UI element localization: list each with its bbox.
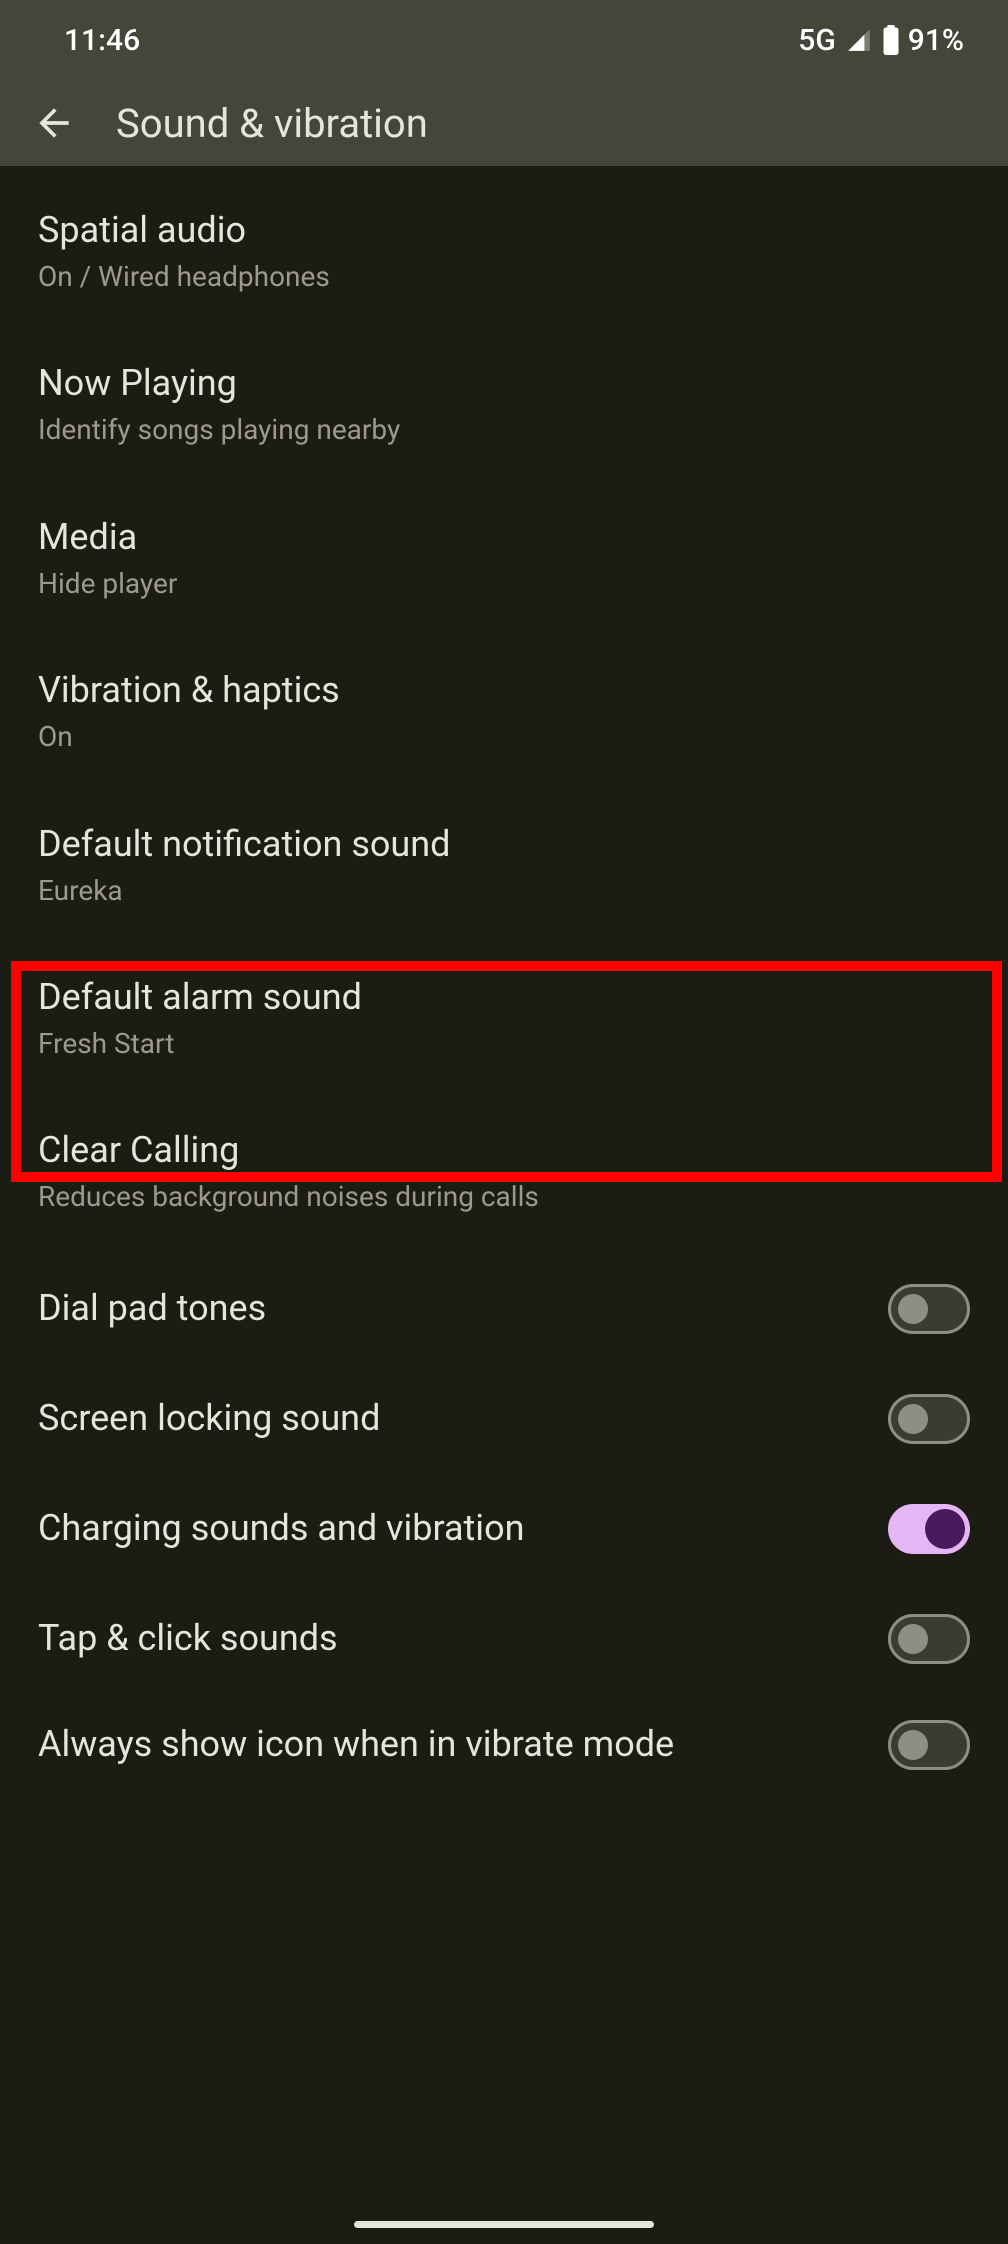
item-media[interactable]: Media Hide player <box>0 487 1008 640</box>
item-title: Spatial audio <box>38 208 970 253</box>
item-now-playing[interactable]: Now Playing Identify songs playing nearb… <box>0 333 1008 486</box>
item-title: Dial pad tones <box>38 1286 864 1331</box>
toggle-charging-sounds[interactable] <box>888 1504 970 1554</box>
item-subtitle: Reduces background noises during calls <box>38 1179 970 1215</box>
toggle-tap-click-sounds[interactable] <box>888 1614 970 1664</box>
item-clear-calling[interactable]: Clear Calling Reduces background noises … <box>0 1100 1008 1253</box>
status-time: 11:46 <box>64 23 140 58</box>
back-button[interactable] <box>28 97 80 149</box>
item-title: Tap & click sounds <box>38 1616 864 1661</box>
status-bar: 11:46 5G 91% <box>0 0 1008 80</box>
item-title: Charging sounds and vibration <box>38 1506 864 1551</box>
settings-list: Spatial audio On / Wired headphones Now … <box>0 166 1008 1800</box>
toggle-screen-locking-sound[interactable] <box>888 1394 970 1444</box>
battery-icon <box>882 25 900 55</box>
item-title: Screen locking sound <box>38 1396 864 1441</box>
item-title: Default notification sound <box>38 822 970 867</box>
app-bar: Sound & vibration <box>0 80 1008 166</box>
item-title: Always show icon when in vibrate mode <box>38 1722 864 1767</box>
item-dial-pad-tones[interactable]: Dial pad tones <box>0 1254 1008 1364</box>
arrow-back-icon <box>32 101 76 145</box>
status-right: 5G 91% <box>798 23 964 58</box>
item-title: Clear Calling <box>38 1128 970 1173</box>
item-default-notification-sound[interactable]: Default notification sound Eureka <box>0 794 1008 947</box>
item-spatial-audio[interactable]: Spatial audio On / Wired headphones <box>0 188 1008 333</box>
item-subtitle: Fresh Start <box>38 1026 970 1062</box>
toggle-show-vibrate-icon[interactable] <box>888 1720 970 1770</box>
item-subtitle: Eureka <box>38 873 970 909</box>
signal-icon <box>844 27 874 53</box>
item-screen-locking-sound[interactable]: Screen locking sound <box>0 1364 1008 1474</box>
item-subtitle: On <box>38 719 970 755</box>
item-subtitle: On / Wired headphones <box>38 259 970 295</box>
item-default-alarm-sound[interactable]: Default alarm sound Fresh Start <box>0 947 1008 1100</box>
item-charging-sounds-vibration[interactable]: Charging sounds and vibration <box>0 1474 1008 1584</box>
network-type: 5G <box>798 23 836 58</box>
item-subtitle: Identify songs playing nearby <box>38 412 970 448</box>
home-indicator[interactable] <box>354 2221 654 2228</box>
item-show-vibrate-icon[interactable]: Always show icon when in vibrate mode <box>0 1694 1008 1800</box>
item-subtitle: Hide player <box>38 566 970 602</box>
page-title: Sound & vibration <box>116 100 428 147</box>
battery-percent: 91% <box>908 23 964 58</box>
item-title: Default alarm sound <box>38 975 970 1020</box>
toggle-dial-pad-tones[interactable] <box>888 1284 970 1334</box>
item-title: Now Playing <box>38 361 970 406</box>
item-tap-click-sounds[interactable]: Tap & click sounds <box>0 1584 1008 1694</box>
item-title: Media <box>38 515 970 560</box>
item-title: Vibration & haptics <box>38 668 970 713</box>
item-vibration-haptics[interactable]: Vibration & haptics On <box>0 640 1008 793</box>
